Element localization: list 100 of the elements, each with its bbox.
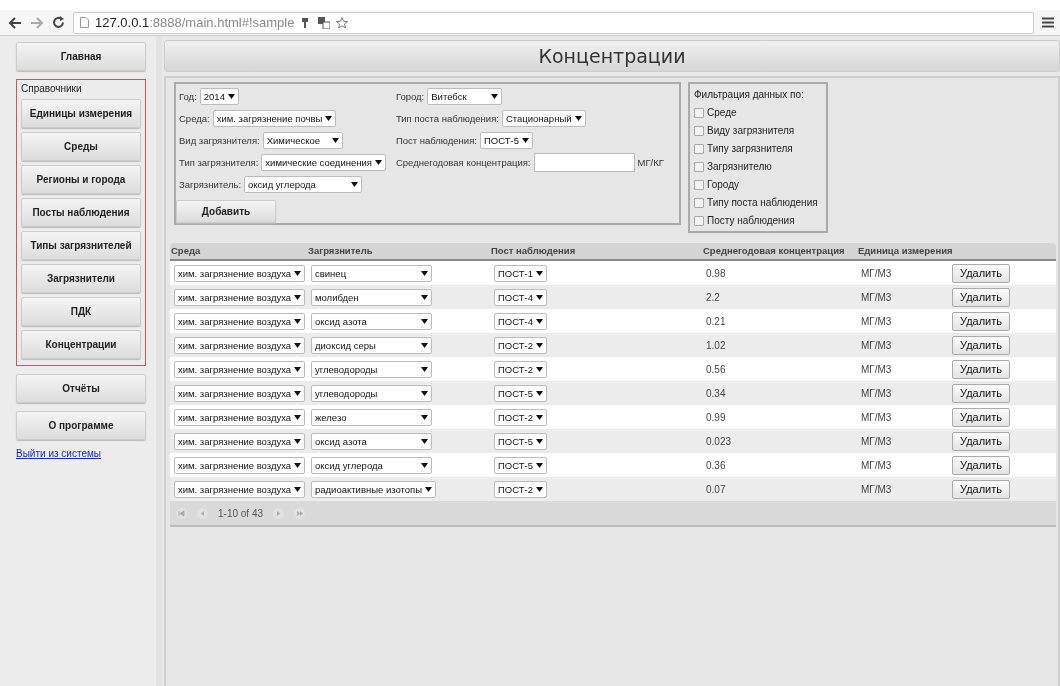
- dropdown[interactable]: Витебск: [427, 88, 503, 105]
- dropdown[interactable]: химические соединения: [261, 154, 386, 171]
- dropdown[interactable]: диоксид серы: [311, 336, 432, 354]
- dropdown[interactable]: хим. загрязнение почвы: [212, 110, 337, 127]
- caret-icon: [374, 160, 382, 165]
- checkbox[interactable]: [694, 197, 704, 208]
- checkbox[interactable]: [694, 179, 704, 190]
- dropdown[interactable]: ПОСТ-4: [494, 288, 547, 306]
- delete-button[interactable]: Удалить: [952, 383, 1010, 403]
- column-header: Пост наблюдения: [490, 244, 577, 258]
- first-page-icon[interactable]: [176, 507, 187, 519]
- caret-icon: [536, 486, 543, 492]
- dropdown[interactable]: ПОСТ-4: [494, 312, 547, 330]
- next-page-icon[interactable]: [273, 507, 285, 519]
- dropdown[interactable]: хим. загрязнение воздуха: [174, 264, 306, 282]
- nav-button[interactable]: Единицы измерения: [21, 99, 141, 128]
- delete-button[interactable]: Удалить: [952, 287, 1010, 307]
- logout-link[interactable]: Выйти из системы: [16, 448, 146, 459]
- checkbox[interactable]: [694, 125, 704, 136]
- dropdown[interactable]: ПОСТ-1: [494, 264, 547, 282]
- dropdown[interactable]: ПОСТ-5: [494, 384, 547, 402]
- table-cell: 0.023: [706, 435, 732, 447]
- dropdown[interactable]: ПОСТ-2: [494, 480, 547, 498]
- nav-button[interactable]: О программе: [16, 411, 146, 440]
- input-field[interactable]: [533, 153, 635, 172]
- delete-button[interactable]: Удалить: [952, 479, 1010, 499]
- checkbox[interactable]: [694, 143, 704, 154]
- column-header: Среднегодовая концентрация: [702, 244, 846, 258]
- delete-button[interactable]: Удалить: [952, 359, 1010, 379]
- back-icon[interactable]: [8, 16, 22, 29]
- dropdown[interactable]: оксид углерода: [244, 176, 363, 193]
- table-cell: 0.21: [706, 315, 726, 327]
- menu-icon[interactable]: [1042, 17, 1054, 28]
- forward-icon[interactable]: [30, 16, 44, 29]
- field-label: Загрязнитель:: [179, 179, 242, 190]
- dropdown[interactable]: свинец: [311, 264, 432, 282]
- dropdown[interactable]: хим. загрязнение воздуха: [174, 408, 306, 426]
- dropdown[interactable]: ПОСТ-5: [494, 432, 547, 450]
- dropdown[interactable]: оксид азота: [311, 312, 432, 330]
- nav-button[interactable]: ПДК: [21, 297, 141, 326]
- dropdown[interactable]: хим. загрязнение воздуха: [174, 336, 306, 354]
- checkbox[interactable]: [694, 107, 704, 118]
- last-page-icon[interactable]: [294, 507, 306, 519]
- dropdown[interactable]: ПОСТ-2: [494, 360, 547, 378]
- delete-button[interactable]: Удалить: [952, 311, 1010, 331]
- table-cell: 0.34: [706, 387, 726, 399]
- dropdown[interactable]: ПОСТ-2: [494, 408, 547, 426]
- checkbox-label: Загрязнителю: [707, 161, 772, 172]
- nav-button[interactable]: Посты наблюдения: [21, 198, 141, 227]
- field-label: Вид загрязнителя:: [179, 135, 260, 146]
- dropdown[interactable]: железо: [311, 408, 432, 426]
- nav-button[interactable]: Загрязнители: [21, 264, 141, 293]
- dropdown[interactable]: ПОСТ-5: [494, 456, 547, 474]
- delete-button[interactable]: Удалить: [952, 263, 1010, 283]
- dropdown[interactable]: хим. загрязнение воздуха: [174, 456, 306, 474]
- dropdown[interactable]: хим. загрязнение воздуха: [174, 288, 306, 306]
- dropdown[interactable]: углеводороды: [311, 360, 432, 378]
- reload-icon[interactable]: [52, 16, 65, 29]
- dropdown[interactable]: хим. загрязнение воздуха: [174, 384, 306, 402]
- dropdown[interactable]: Химическое: [262, 132, 343, 149]
- dropdown[interactable]: ПОСТ-2: [494, 336, 547, 354]
- dropdown[interactable]: оксид углерода: [311, 456, 432, 474]
- dropdown[interactable]: молибден: [311, 288, 432, 306]
- dropdown[interactable]: 2014: [199, 88, 239, 105]
- checkbox[interactable]: [694, 215, 704, 226]
- dropdown[interactable]: хим. загрязнение воздуха: [174, 360, 306, 378]
- dropdown[interactable]: оксид азота: [311, 432, 432, 450]
- delete-button[interactable]: Удалить: [952, 431, 1010, 451]
- star-icon[interactable]: [336, 16, 349, 29]
- dropdown[interactable]: радиоактивные изотопы: [311, 480, 437, 498]
- table-cell: 0.36: [706, 459, 726, 471]
- table-cell: 0.07: [706, 483, 726, 495]
- table-cell: МГ/М3: [861, 291, 892, 303]
- delete-button[interactable]: Удалить: [952, 407, 1010, 427]
- nav-button[interactable]: Отчёты: [16, 374, 146, 403]
- nav-button[interactable]: Среды: [21, 132, 141, 161]
- delete-button[interactable]: Удалить: [952, 455, 1010, 475]
- table-cell: МГ/М3: [861, 315, 892, 327]
- dropdown[interactable]: Стационарный: [501, 110, 586, 127]
- checkbox-label: Посту наблюдения: [707, 215, 795, 226]
- dropdown[interactable]: хим. загрязнение воздуха: [174, 432, 306, 450]
- address-bar[interactable]: 127.0.0.1:8888/main.html#!sample: [73, 11, 1034, 34]
- nav-button[interactable]: Регионы и города: [21, 165, 141, 194]
- checkbox[interactable]: [694, 161, 704, 172]
- caret-icon: [536, 462, 543, 468]
- unit-label: МГ/КГ: [637, 157, 664, 168]
- translate-icon[interactable]: [318, 16, 331, 29]
- nav-button[interactable]: Главная: [16, 42, 146, 71]
- previous-page-icon[interactable]: [197, 507, 208, 519]
- dropdown[interactable]: хим. загрязнение воздуха: [174, 312, 306, 330]
- delete-button[interactable]: Удалить: [952, 335, 1010, 355]
- caret-icon: [536, 366, 543, 372]
- add-button[interactable]: Добавить: [176, 200, 276, 223]
- dropdown[interactable]: хим. загрязнение воздуха: [174, 480, 306, 498]
- dropdown[interactable]: ПОСТ-5: [479, 132, 533, 149]
- dropdown[interactable]: углеводороды: [311, 384, 432, 402]
- column-header: Загрязнитель: [307, 244, 374, 258]
- nav-button[interactable]: Концентрации: [21, 330, 141, 359]
- caret-icon: [421, 462, 428, 468]
- nav-button[interactable]: Типы загрязнителей: [21, 231, 141, 260]
